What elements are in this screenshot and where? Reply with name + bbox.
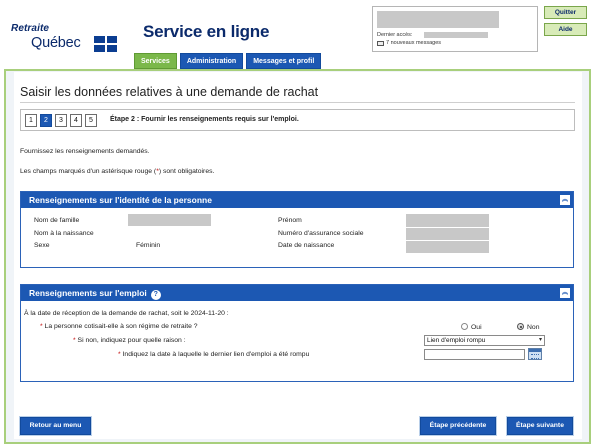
help-button[interactable]: Aide — [544, 23, 587, 36]
birthdate-label: Date de naissance — [278, 242, 335, 249]
main-tabs: Services Administration Messages et prof… — [134, 53, 322, 69]
radio-non-label: Non — [527, 324, 540, 331]
step-label: Étape 2 : Fournir les renseignements req… — [110, 116, 299, 123]
reason-select[interactable]: Lien d'emploi rompu ▾ — [424, 335, 545, 346]
user-name-redacted — [377, 11, 499, 28]
question-2-text: Si non, indiquez pour quelle raison : — [77, 337, 186, 344]
logo-line-1: Retraite — [11, 23, 50, 34]
quebec-flag-icon — [94, 36, 117, 52]
header: Retraite Québec Service en ligne Dernier… — [0, 0, 595, 70]
last-name-value-redacted — [128, 214, 211, 226]
question-2: * Si non, indiquez pour quelle raison : — [73, 337, 186, 344]
envelope-icon — [377, 40, 384, 46]
question-3-text: Indiquez la date à laquelle le dernier l… — [122, 351, 310, 358]
last-access-value-redacted — [424, 32, 488, 38]
step-4[interactable]: 4 — [70, 114, 82, 127]
first-name-value-redacted — [406, 214, 489, 227]
back-to-menu-button[interactable]: Retour au menu — [20, 417, 91, 435]
step-1[interactable]: 1 — [25, 114, 37, 127]
radio-oui-label: Oui — [471, 324, 482, 331]
employment-section: Renseignements sur l'emploi? ︽ — [20, 284, 574, 382]
new-messages-text: 7 nouveaux messages — [386, 40, 442, 46]
quit-button[interactable]: Quitter — [544, 6, 587, 19]
step-2-current: 2 — [40, 114, 52, 127]
step-3[interactable]: 3 — [55, 114, 67, 127]
identity-section-header[interactable]: Renseignements sur l'identité de la pers… — [21, 192, 573, 208]
page-title: Saisir les données relatives à une deman… — [20, 85, 319, 99]
birth-name-label: Nom à la naissance — [34, 230, 94, 237]
next-step-button[interactable]: Étape suivante — [507, 417, 573, 435]
question-3: * Indiquez la date à laquelle le dernier… — [118, 351, 309, 358]
previous-step-button[interactable]: Étape précédente — [420, 417, 496, 435]
birthdate-value-redacted — [406, 241, 489, 253]
new-messages-link[interactable]: 7 nouveaux messages — [377, 40, 441, 46]
last-access-label: Dernier accès: — [377, 32, 413, 38]
tab-services[interactable]: Services — [134, 53, 177, 69]
tab-messages-profil[interactable]: Messages et profil — [246, 53, 322, 69]
required-note-after: ) sont obligatoires. — [158, 168, 215, 175]
intro-text: Fournissez les renseignements demandés. — [20, 148, 150, 155]
divider — [20, 102, 575, 103]
calendar-icon[interactable] — [528, 348, 542, 360]
employment-intro: À la date de réception de la demande de … — [24, 310, 229, 317]
required-note-before: Les champs marqués d'un astérisque rouge… — [20, 168, 157, 175]
chevron-down-icon: ▾ — [538, 337, 542, 343]
sex-label: Sexe — [34, 242, 50, 249]
employment-section-header[interactable]: Renseignements sur l'emploi? ︽ — [21, 285, 573, 301]
required-fields-note: Les champs marqués d'un astérisque rouge… — [20, 168, 214, 175]
employment-end-date-input[interactable] — [424, 349, 525, 360]
employment-section-title: Renseignements sur l'emploi — [29, 288, 147, 298]
required-asterisk: * — [73, 337, 76, 344]
help-circle-icon[interactable]: ? — [150, 290, 161, 300]
last-name-label: Nom de famille — [34, 217, 80, 224]
tab-administration[interactable]: Administration — [179, 53, 244, 69]
retraite-quebec-logo[interactable]: Retraite Québec — [9, 9, 129, 55]
radio-oui-button[interactable] — [461, 323, 468, 330]
chevron-up-icon[interactable]: ︽ — [560, 288, 570, 298]
sex-value: Féminin — [136, 242, 161, 249]
radio-oui[interactable]: Oui — [461, 323, 482, 331]
question-1-text: La personne cotisait-elle à son régime d… — [44, 323, 198, 330]
sin-label: Numéro d'assurance sociale — [278, 230, 364, 237]
identity-section-title: Renseignements sur l'identité de la pers… — [29, 195, 212, 205]
sin-value-redacted — [406, 228, 489, 240]
step-5[interactable]: 5 — [85, 114, 97, 127]
question-1: * La personne cotisait-elle à son régime… — [40, 323, 198, 330]
radio-non-button[interactable] — [517, 323, 524, 330]
chevron-up-icon[interactable]: ︽ — [560, 195, 570, 205]
step-indicator: 1 2 3 4 5 Étape 2 : Fournir les renseign… — [20, 109, 575, 131]
site-title: Service en ligne — [143, 22, 270, 41]
reason-select-value: Lien d'emploi rompu — [427, 337, 486, 344]
required-asterisk: * — [118, 351, 121, 358]
first-name-label: Prénom — [278, 217, 302, 224]
user-info-box: Dernier accès: 7 nouveaux messages — [372, 6, 538, 52]
radio-non[interactable]: Non — [517, 323, 539, 331]
required-asterisk: * — [40, 323, 43, 330]
logo-line-2: Québec — [31, 35, 81, 51]
